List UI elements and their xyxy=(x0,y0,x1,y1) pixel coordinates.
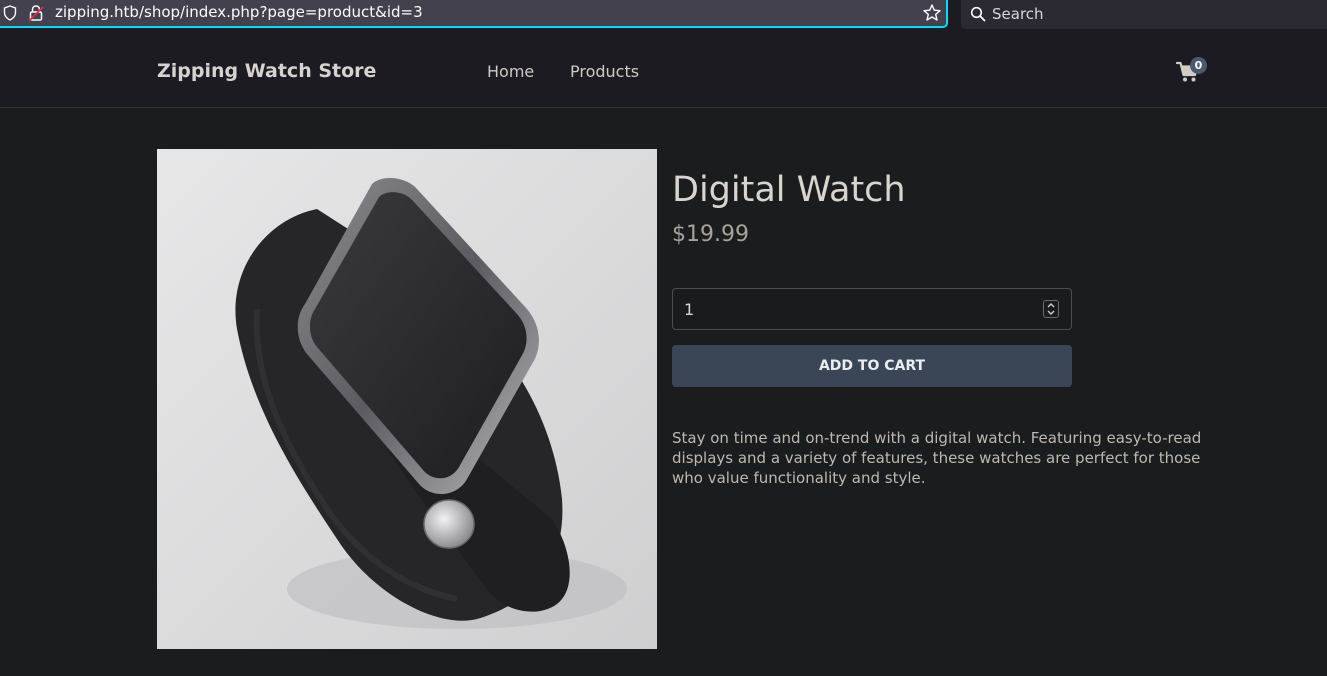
watch-illustration xyxy=(157,149,657,649)
quantity-value[interactable]: 1 xyxy=(684,300,694,319)
brand-logo-text[interactable]: Zipping Watch Store xyxy=(157,60,376,82)
product-price: $19.99 xyxy=(672,222,749,247)
product-description: Stay on time and on-trend with a digital… xyxy=(672,429,1202,487)
address-bar[interactable]: zipping.htb/shop/index.php?page=product&… xyxy=(0,0,948,28)
site-header: Zipping Watch Store Home Products 0 xyxy=(0,35,1327,108)
nav-products-link[interactable]: Products xyxy=(570,62,639,81)
product-title: Digital Watch xyxy=(672,170,906,210)
url-text[interactable]: zipping.htb/shop/index.php?page=product&… xyxy=(55,3,423,21)
quantity-input[interactable]: 1 xyxy=(672,288,1072,330)
browser-toolbar: zipping.htb/shop/index.php?page=product&… xyxy=(0,0,1327,30)
search-placeholder: Search xyxy=(992,5,1044,23)
product-page: Digital Watch $19.99 1 ADD TO CART Stay … xyxy=(0,108,1327,676)
add-to-cart-button[interactable]: ADD TO CART xyxy=(672,345,1072,387)
search-icon xyxy=(970,6,986,22)
product-image xyxy=(157,149,657,649)
nav-home-link[interactable]: Home xyxy=(487,62,534,81)
insecure-lock-icon[interactable] xyxy=(28,4,44,22)
cart-count-badge: 0 xyxy=(1190,57,1207,74)
quantity-stepper[interactable] xyxy=(1043,300,1059,318)
stepper-arrows-icon[interactable] xyxy=(1044,301,1058,317)
tracking-protection-shield-icon[interactable] xyxy=(3,5,17,21)
browser-search-bar[interactable]: Search xyxy=(961,0,1327,29)
bookmark-star-icon[interactable] xyxy=(922,3,942,23)
